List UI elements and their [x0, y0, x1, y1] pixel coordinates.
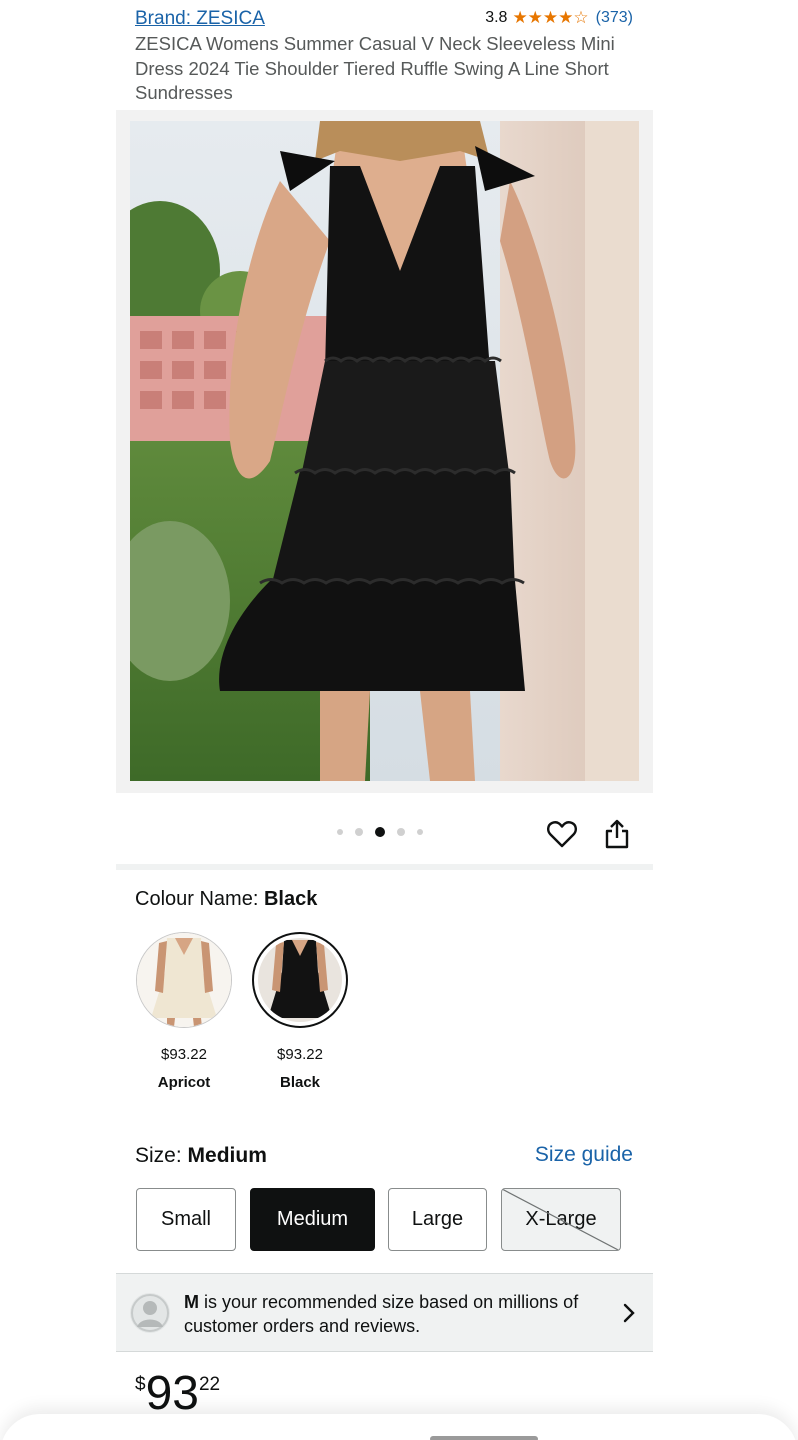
rating-summary[interactable]: 3.8 ★★★★☆ (373): [485, 8, 633, 28]
product-detail-page: Brand: ZESICA 3.8 ★★★★☆ (373) ZESICA Wom…: [0, 0, 798, 1440]
colour-swatch-apricot[interactable]: [136, 932, 232, 1028]
product-title: ZESICA Womens Summer Casual V Neck Sleev…: [135, 33, 615, 103]
colour-name-label: Colour Name: Black: [135, 888, 317, 911]
carousel-dot[interactable]: [417, 829, 423, 835]
colour-label-text: Colour Name:: [135, 888, 259, 910]
size-guide-link[interactable]: Size guide: [535, 1143, 633, 1167]
colour-option-price: $93.22: [277, 1046, 323, 1063]
brand-link[interactable]: Brand: ZESICA: [135, 8, 265, 30]
bottom-sheet-handle[interactable]: [430, 1436, 538, 1440]
colour-option-name: Black: [279, 1074, 321, 1091]
colour-option-name: Apricot: [157, 1074, 211, 1091]
avatar-icon: [130, 1293, 170, 1333]
product-price: $ 93 22: [135, 1368, 220, 1420]
price-whole: 93: [145, 1367, 199, 1420]
rating-value: 3.8: [485, 9, 508, 26]
bottom-sheet[interactable]: [0, 1414, 798, 1440]
colour-swatch-black[interactable]: [252, 932, 348, 1028]
size-option-xlarge[interactable]: X-Large: [501, 1188, 621, 1251]
carousel-dot[interactable]: [397, 828, 405, 836]
star-rating-icon: ★★★★☆: [512, 8, 589, 27]
unavailable-strike-icon: [502, 1189, 620, 1250]
section-divider: [116, 864, 653, 870]
rating-count-link[interactable]: (373): [596, 9, 633, 27]
carousel-dots[interactable]: [337, 827, 423, 837]
recommendation-message: is your recommended size based on millio…: [184, 1292, 579, 1336]
size-option-medium[interactable]: Medium: [250, 1188, 375, 1251]
carousel-dot[interactable]: [355, 828, 363, 836]
carousel-dot-active[interactable]: [375, 827, 385, 837]
size-label: Size: Medium: [135, 1144, 267, 1168]
chevron-right-icon[interactable]: [621, 1302, 637, 1324]
product-image[interactable]: [130, 121, 639, 781]
colour-selected-value: Black: [263, 888, 318, 910]
size-option-large[interactable]: Large: [388, 1188, 487, 1251]
colour-swatch-black-image: [258, 938, 342, 1022]
share-icon[interactable]: [601, 818, 633, 850]
price-fraction: 22: [198, 1374, 221, 1395]
price-currency: $: [135, 1374, 146, 1395]
carousel-dot[interactable]: [337, 829, 343, 835]
size-label-text: Size:: [135, 1144, 182, 1167]
recommended-size-letter: M: [184, 1292, 199, 1312]
size-option-small[interactable]: Small: [136, 1188, 236, 1251]
recommendation-text: M is your recommended size based on mill…: [184, 1290, 614, 1338]
size-selected-value: Medium: [187, 1144, 267, 1167]
size-recommendation-banner[interactable]: M is your recommended size based on mill…: [116, 1273, 653, 1352]
colour-option-price: $93.22: [161, 1046, 207, 1063]
heart-icon[interactable]: [546, 818, 578, 850]
